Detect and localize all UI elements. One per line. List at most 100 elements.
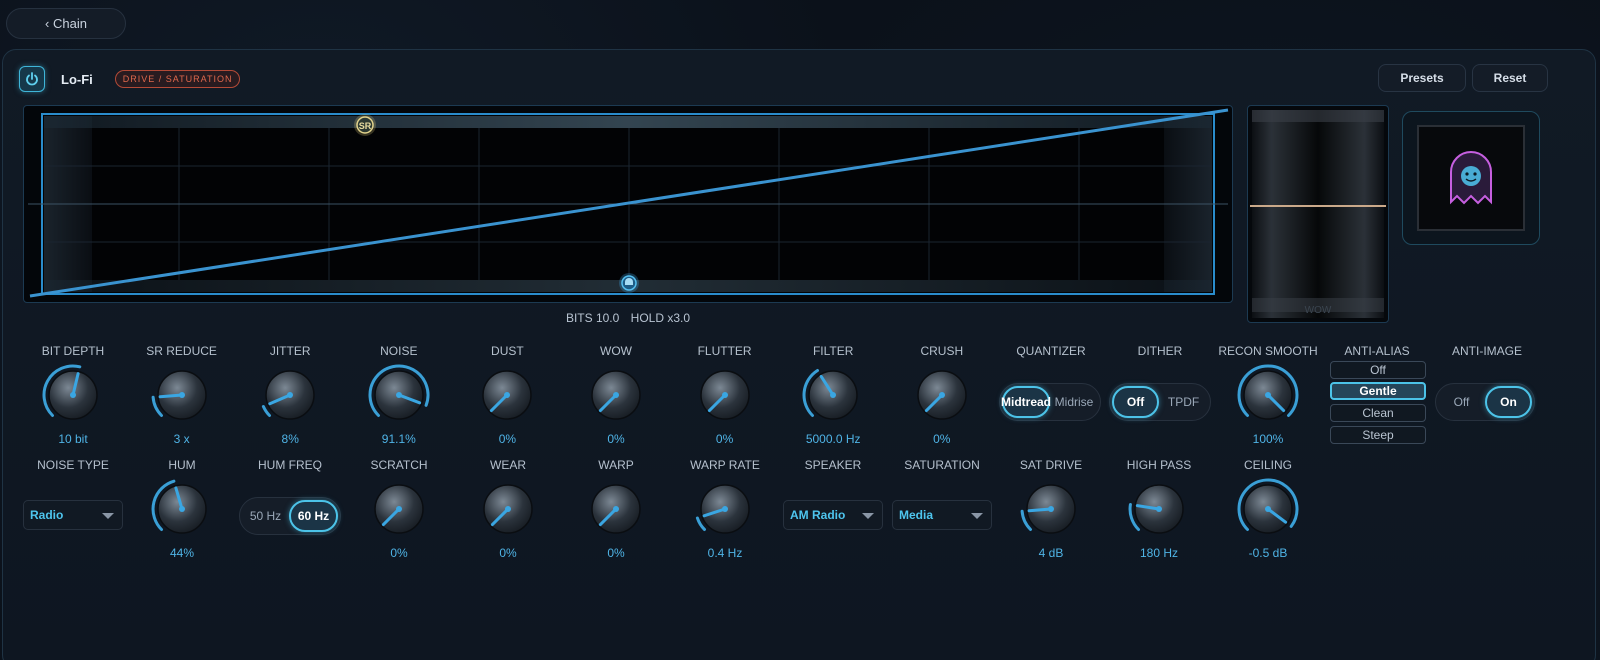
filter-knob[interactable] [801,363,865,427]
ghost-icon [1450,151,1492,205]
quantizer-option-midrise[interactable]: Midrise [1050,386,1098,418]
ceiling-label: CEILING [1243,458,1292,472]
anti-image-option-off[interactable]: Off [1438,386,1485,418]
noise-label: NOISE [380,344,418,358]
warp-knob[interactable] [584,477,648,541]
dither-option-tpdf[interactable]: TPDF [1159,386,1208,418]
saturation-dropdown[interactable]: Media [892,500,992,530]
display-readout: BITS 10.0 HOLD x3.0 [3,311,1253,325]
scratch-knob[interactable] [367,477,431,541]
high-pass-label: HIGH PASS [1126,458,1192,472]
warp-rate-value: 0.4 Hz [707,546,743,560]
wear-label: WEAR [490,458,526,472]
warp-rate-knob[interactable] [693,477,757,541]
saturation-label: SATURATION [904,458,980,472]
reset-button[interactable]: Reset [1472,64,1548,92]
jitter-knob[interactable] [258,363,322,427]
hum-freq-label: HUM FREQ [258,458,322,472]
sr-reduce-value: 3 x [173,432,190,446]
hum-knob[interactable] [150,477,214,541]
dust-label: DUST [491,344,524,358]
transfer-display[interactable]: SR [23,105,1233,303]
ceiling-knob[interactable] [1236,477,1300,541]
flutter-label: FLUTTER [697,344,752,358]
power-button[interactable] [19,66,45,92]
speaker-label: SPEAKER [804,458,862,472]
quantizer-option-midtread[interactable]: Midtread [1001,386,1051,418]
quantizer-toggle[interactable]: Midtread Midrise [999,383,1101,421]
recon-smooth-value: 100% [1252,432,1284,446]
crush-label: CRUSH [920,344,964,358]
sr-reduce-knob[interactable] [150,363,214,427]
noise-knob[interactable] [367,363,431,427]
bit-depth-knob[interactable] [41,363,105,427]
noise-value: 91.1% [381,432,416,446]
recon-smooth-knob[interactable] [1236,363,1300,427]
hum-freq-toggle[interactable]: 50 Hz 60 Hz [239,497,341,535]
sr-reduce-label: SR REDUCE [146,344,217,358]
crush-value: 0% [933,432,951,446]
speaker-dropdown[interactable]: AM Radio [783,500,883,530]
meter-label: WOW [1305,305,1332,316]
high-pass-value: 180 Hz [1139,546,1179,560]
dither-toggle[interactable]: Off TPDF [1109,383,1211,421]
scratch-value: 0% [390,546,408,560]
saturation-value: Media [899,508,934,522]
sat-drive-knob[interactable] [1019,477,1083,541]
power-icon [26,72,38,86]
warp-value: 0% [607,546,625,560]
dither-option-off[interactable]: Off [1112,386,1160,418]
hum-freq-option-50hz[interactable]: 50 Hz [242,500,289,532]
chevron-down-icon [102,513,114,519]
recon-smooth-label: RECON SMOOTH [1218,344,1318,358]
anti-image-toggle[interactable]: Off On [1435,383,1535,421]
wear-value: 0% [499,546,517,560]
bit-depth-label: BIT DEPTH [41,344,105,358]
filter-label: FILTER [812,344,854,358]
chevron-down-icon [971,513,983,519]
scratch-label: SCRATCH [370,458,428,472]
ceiling-value: -0.5 dB [1248,546,1288,560]
anti-image-option-on[interactable]: On [1484,386,1532,418]
anti-alias-option-steep[interactable]: Steep [1330,426,1426,444]
bit-depth-value: 10 bit [58,432,88,446]
hum-freq-option-60hz[interactable]: 60 Hz [288,500,338,532]
anti-alias-option-gentle[interactable]: Gentle [1330,382,1426,400]
sample-rate-handle-label: SR [359,121,372,131]
transfer-graph: SR [28,108,1229,298]
plugin-panel: Lo-Fi Drive / Saturation Presets Reset [2,49,1596,660]
bits-readout: BITS 10.0 [565,311,620,325]
wow-meter: WOW [1247,105,1389,323]
wear-knob[interactable] [476,477,540,541]
hold-readout: HOLD x3.0 [630,311,691,325]
wow-knob[interactable] [584,363,648,427]
category-badge: Drive / Saturation [114,70,241,88]
sat-drive-label: SAT DRIVE [1019,458,1083,472]
hum-label: HUM [168,458,196,472]
jitter-value: 8% [281,432,299,446]
sat-drive-value: 4 dB [1038,546,1064,560]
noise-type-label: NOISE TYPE [37,458,109,472]
wow-label: WOW [600,344,632,358]
warp-label: WARP [598,458,634,472]
back-to-chain-button[interactable]: ‹ Chain [6,8,126,39]
plugin-name: Lo-Fi [61,71,93,87]
anti-image-label: ANTI-IMAGE [1451,344,1522,358]
warp-rate-label: WARP RATE [690,458,760,472]
wow-value: 0% [607,432,625,446]
dust-knob[interactable] [475,363,539,427]
quantizer-label: QUANTIZER [1016,344,1086,358]
hum-value: 44% [169,546,195,560]
presets-button[interactable]: Presets [1378,64,1466,92]
crush-knob[interactable] [910,363,974,427]
chevron-down-icon [862,513,874,519]
anti-alias-option-clean[interactable]: Clean [1330,404,1426,422]
flutter-knob[interactable] [693,363,757,427]
anti-alias-option-off[interactable]: Off [1330,361,1426,379]
high-pass-knob[interactable] [1127,477,1191,541]
ghost-artwork [1402,111,1540,245]
flutter-value: 0% [715,432,734,446]
anti-alias-label: ANTI-ALIAS [1344,344,1410,358]
dither-label: DITHER [1137,344,1183,358]
noise-type-dropdown[interactable]: Radio [23,500,123,530]
